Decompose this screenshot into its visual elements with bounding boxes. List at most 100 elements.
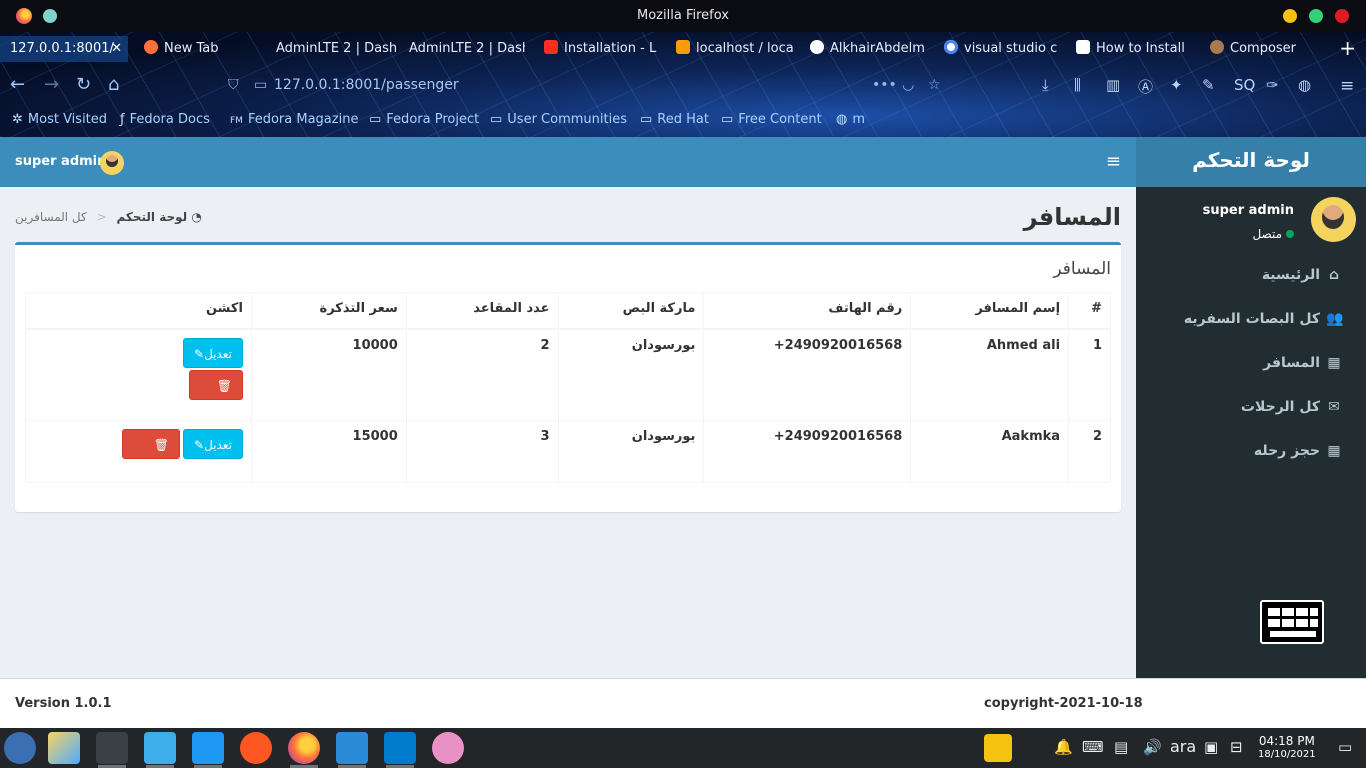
library-icon[interactable]: ⫼ xyxy=(1074,76,1081,94)
tab-new-tab[interactable]: New Tab xyxy=(138,36,258,62)
media-icon[interactable] xyxy=(432,732,464,764)
discover-icon[interactable] xyxy=(192,732,224,768)
close-window-button[interactable] xyxy=(1335,9,1349,23)
bookmarks-toolbar: ✲ Most Visited ƒ Fedora Docs FM Fedora Maga… xyxy=(0,108,1366,134)
app-logo[interactable]: لوحة التحكم xyxy=(1136,137,1366,187)
text-editor-icon[interactable] xyxy=(336,732,368,768)
cell-price: 15000 xyxy=(250,420,407,483)
sidebar-icon[interactable]: ▥ xyxy=(1106,76,1120,94)
window-titlebar: Mozilla Firefox xyxy=(0,0,1366,32)
folder-icon: ▭ xyxy=(490,112,503,127)
sidebar-item-label: حجز رحله xyxy=(1253,443,1320,459)
fm-icon: FM xyxy=(230,116,243,126)
shield-icon[interactable]: ⛉ xyxy=(228,71,239,99)
cell-seats: 3 xyxy=(405,420,559,483)
keyboard-icon[interactable]: ⌨ xyxy=(1082,738,1104,756)
sidebar-menu: الرئيسية ⌂ كل البصات السفريه 👥 المسافر ▦ كل… xyxy=(1136,253,1366,473)
vscode-icon[interactable] xyxy=(384,732,416,768)
postman-icon[interactable] xyxy=(240,732,272,764)
downloads-icon[interactable]: ⤓ xyxy=(1042,76,1049,94)
delete-button[interactable]: 🗑 حذف xyxy=(189,369,243,423)
table-header-row: # إسم المسافر رقم الهاتف ماركة البص عدد … xyxy=(25,292,1111,330)
fedora-launcher-icon[interactable] xyxy=(4,732,36,764)
column-header: عدد المقاعد xyxy=(405,292,559,330)
forward-button[interactable]: → xyxy=(44,74,59,95)
bookmark-user-communities[interactable]: ▭ User Communities xyxy=(490,112,627,127)
volume-icon[interactable]: 🔊 xyxy=(1143,738,1162,756)
sidebar-item-label: كل البصات السفريه xyxy=(1183,311,1320,327)
network-disconnected-icon[interactable]: ▣ xyxy=(1204,738,1218,756)
maximize-button[interactable] xyxy=(1309,9,1323,23)
close-tab-icon[interactable]: ✕ xyxy=(111,36,122,62)
minimize-button[interactable] xyxy=(1283,9,1297,23)
cell-name: Aakmka xyxy=(910,420,1070,483)
tab-label: Installation - L xyxy=(564,41,657,56)
breadcrumb-home[interactable]: ◔ لوحة التحكم xyxy=(116,210,201,224)
show-desktop-icon[interactable]: ▭ xyxy=(1338,738,1352,756)
reload-button[interactable]: ↻ xyxy=(76,74,91,95)
clock[interactable]: 04:18 PM 18/10/2021 xyxy=(1258,734,1316,762)
delete-label: حذف xyxy=(142,468,169,482)
url-text[interactable]: 127.0.0.1:8001/passenger xyxy=(274,77,459,93)
bookmark-red-hat[interactable]: ▭ Red Hat xyxy=(640,112,709,127)
bookmark-fedora-docs[interactable]: ƒ Fedora Docs xyxy=(120,112,210,127)
bookmark-fedora-project[interactable]: ▭ Fedora Project xyxy=(369,112,479,127)
edit-button[interactable]: ✎تعديل xyxy=(183,429,243,459)
sidebar-toggle-icon[interactable]: ≡ xyxy=(1106,151,1121,172)
sidebar-item-buses[interactable]: كل البصات السفريه 👥 xyxy=(1136,297,1366,341)
extension-icon[interactable]: ✎ xyxy=(1202,76,1215,94)
file-manager-icon[interactable] xyxy=(144,732,176,768)
toggle-icon[interactable]: ⊟ xyxy=(1230,738,1243,756)
account-icon[interactable]: Ⓐ xyxy=(1138,76,1153,97)
envelope-icon: ✉ xyxy=(1328,399,1340,415)
navbar-user-name[interactable]: super admin xyxy=(15,154,106,169)
globe-icon[interactable]: ◍ xyxy=(1298,76,1311,94)
package-icon[interactable] xyxy=(48,732,80,764)
settings-icon[interactable] xyxy=(96,732,128,768)
delete-button[interactable]: 🗑 حذف xyxy=(122,429,180,482)
url-bar[interactable]: ⛉ ▭ 127.0.0.1:8001/passenger ••• ◡ ☆ xyxy=(222,71,962,99)
online-status: متصل xyxy=(1252,227,1294,241)
sidebar-item-book-trip[interactable]: حجز رحله ▦ xyxy=(1136,429,1366,473)
da-icon xyxy=(1076,40,1090,54)
pocket-icon[interactable]: ◡ xyxy=(902,71,914,99)
extension-icon[interactable]: ✦ xyxy=(1170,76,1183,94)
edit-button[interactable]: ✎تعديل xyxy=(183,337,243,368)
laravel-icon xyxy=(544,40,558,54)
sidebar-item-trips[interactable]: كل الرحلات ✉ xyxy=(1136,385,1366,429)
tab-composer[interactable]: Composer xyxy=(1204,36,1322,62)
keyboard-layout[interactable]: ara xyxy=(1170,737,1196,756)
tab-installation[interactable]: Installation - L xyxy=(538,36,660,62)
on-screen-keyboard-icon[interactable] xyxy=(1260,600,1324,644)
bookmark-m[interactable]: ◍ m xyxy=(836,112,865,127)
firefox-icon[interactable] xyxy=(288,732,320,768)
tab-adminlte-1[interactable]: AdminLTE 2 | Dash xyxy=(270,36,398,62)
sq-extension-icon[interactable]: SQ xyxy=(1234,76,1255,94)
back-button[interactable]: ← xyxy=(10,74,25,95)
sidebar-item-passenger[interactable]: المسافر ▦ xyxy=(1136,341,1366,385)
clipboard-icon[interactable]: ▤ xyxy=(1114,738,1128,756)
tab-google[interactable]: visual studio c xyxy=(938,36,1062,62)
home-button[interactable]: ⌂ xyxy=(108,74,119,95)
page-actions-icon[interactable]: ••• xyxy=(872,71,897,99)
bookmark-star-icon[interactable]: ☆ xyxy=(928,71,941,99)
new-tab-button[interactable]: + xyxy=(1339,36,1356,60)
notes-icon[interactable] xyxy=(984,734,1012,762)
sidebar-item-home[interactable]: الرئيسية ⌂ xyxy=(1136,253,1366,297)
avatar[interactable] xyxy=(100,151,124,175)
breadcrumb-separator: < xyxy=(96,210,107,224)
column-header: رقم الهاتف xyxy=(703,292,912,330)
bookmark-free-content[interactable]: ▭ Free Content xyxy=(721,112,822,127)
notifications-icon[interactable]: 🔔 xyxy=(1054,738,1073,756)
color-picker-icon[interactable]: ✑ xyxy=(1266,76,1279,94)
tab-label: AdminLTE 2 | Dash xyxy=(276,41,398,56)
tab-github[interactable]: AlkhairAbdelm xyxy=(804,36,930,62)
bookmark-most-visited[interactable]: ✲ Most Visited xyxy=(12,112,107,127)
bookmark-fedora-magazine[interactable]: FM Fedora Magazine xyxy=(230,112,358,127)
tab-localhost[interactable]: localhost / loca xyxy=(670,36,794,62)
menu-icon[interactable]: ≡ xyxy=(1340,76,1354,96)
tab-passenger[interactable]: 127.0.0.1:8001/ ✕ xyxy=(0,36,128,62)
home-icon: ⌂ xyxy=(1328,267,1340,283)
tab-how-to-install[interactable]: How to Install xyxy=(1070,36,1196,62)
tab-adminlte-2[interactable]: AdminLTE 2 | Dash xyxy=(403,36,525,62)
